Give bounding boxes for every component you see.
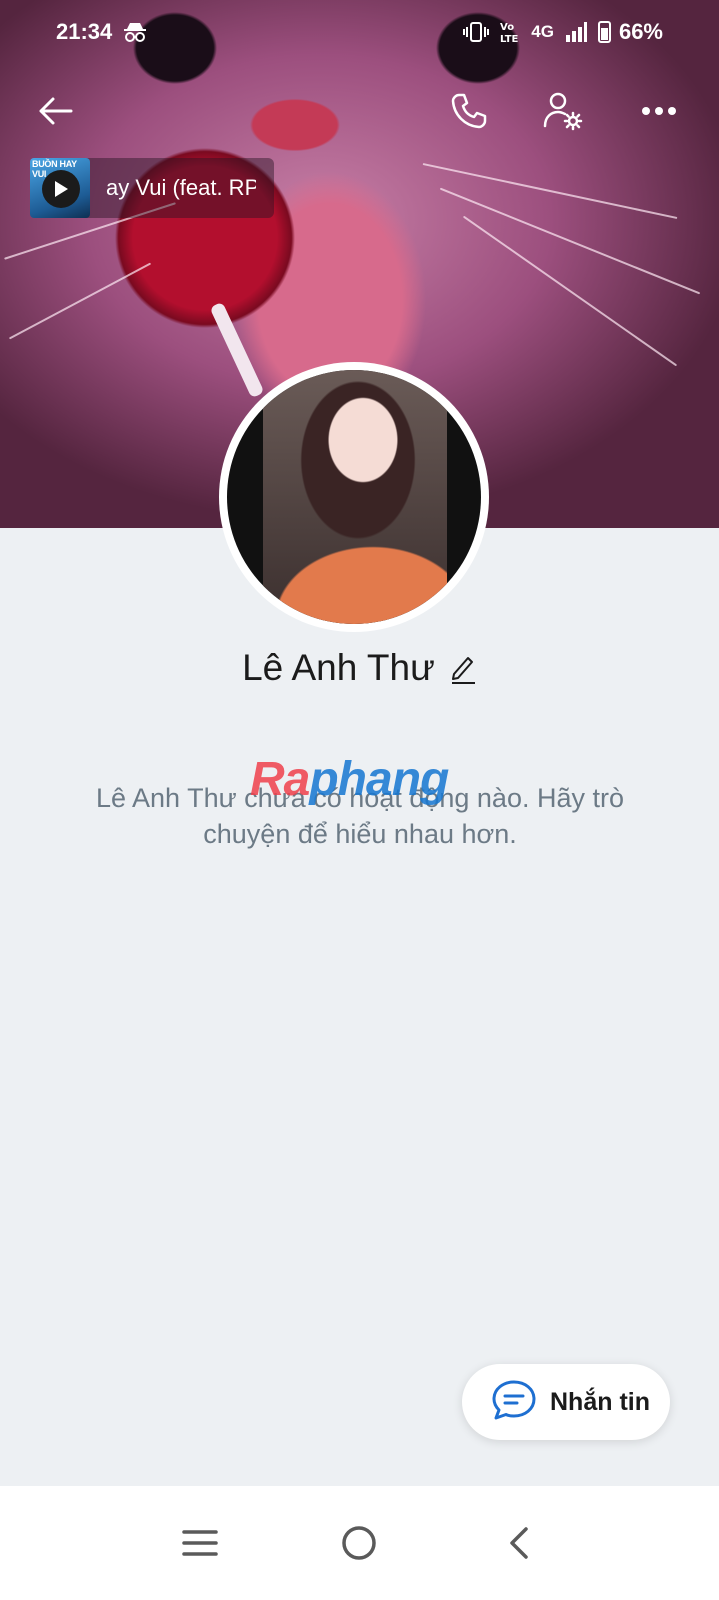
volte-icon: Vo LTE bbox=[499, 20, 521, 44]
status-bar: 21:34 Vo LTE 4G 66% bbox=[0, 0, 719, 64]
top-bar bbox=[0, 78, 719, 144]
music-title: ay Vui (feat. RP bbox=[106, 175, 256, 200]
recent-apps-icon[interactable] bbox=[160, 1503, 240, 1583]
incognito-icon bbox=[122, 20, 148, 44]
message-button[interactable]: Nhắn tin bbox=[462, 1364, 670, 1440]
music-thumbnail: BUỒN HAY VUI bbox=[30, 158, 90, 218]
watermark-part2: phang bbox=[309, 753, 449, 806]
whisker bbox=[462, 215, 678, 367]
avatar[interactable] bbox=[219, 362, 489, 632]
message-button-label: Nhắn tin bbox=[550, 1387, 650, 1416]
vibrate-icon bbox=[463, 21, 490, 43]
signal-icon bbox=[564, 21, 588, 43]
chat-bubble-icon bbox=[490, 1378, 538, 1427]
watermark: Raphang bbox=[250, 752, 449, 807]
phone-icon[interactable] bbox=[436, 78, 502, 144]
battery-level: 66% bbox=[618, 19, 663, 44]
home-icon[interactable] bbox=[319, 1503, 399, 1583]
avatar-image bbox=[227, 370, 481, 624]
system-nav-bar bbox=[0, 1486, 719, 1600]
more-icon[interactable] bbox=[626, 78, 692, 144]
network-type: 4G bbox=[531, 22, 554, 41]
profile-music-chip[interactable]: BUỒN HAY VUI ay Vui (feat. RP bbox=[30, 158, 274, 218]
battery-icon bbox=[597, 21, 611, 43]
status-time: 21:34 bbox=[56, 19, 113, 44]
lollipop-stick bbox=[209, 301, 265, 399]
play-icon[interactable] bbox=[42, 170, 80, 208]
svg-text:LTE: LTE bbox=[500, 34, 519, 44]
edit-pencil-icon[interactable] bbox=[449, 652, 477, 684]
back-icon[interactable] bbox=[479, 1503, 559, 1583]
whisker bbox=[439, 187, 701, 295]
profile-name: Lê Anh Thư bbox=[242, 647, 435, 688]
profile-name-row: Lê Anh Thư bbox=[0, 638, 719, 698]
whisker bbox=[8, 262, 152, 340]
avatar-photo bbox=[263, 370, 447, 624]
whisker bbox=[422, 162, 678, 220]
user-settings-icon[interactable] bbox=[530, 78, 596, 144]
back-arrow-icon[interactable] bbox=[22, 78, 88, 144]
watermark-part1: Ra bbox=[250, 753, 310, 806]
svg-text:Vo: Vo bbox=[500, 22, 514, 33]
